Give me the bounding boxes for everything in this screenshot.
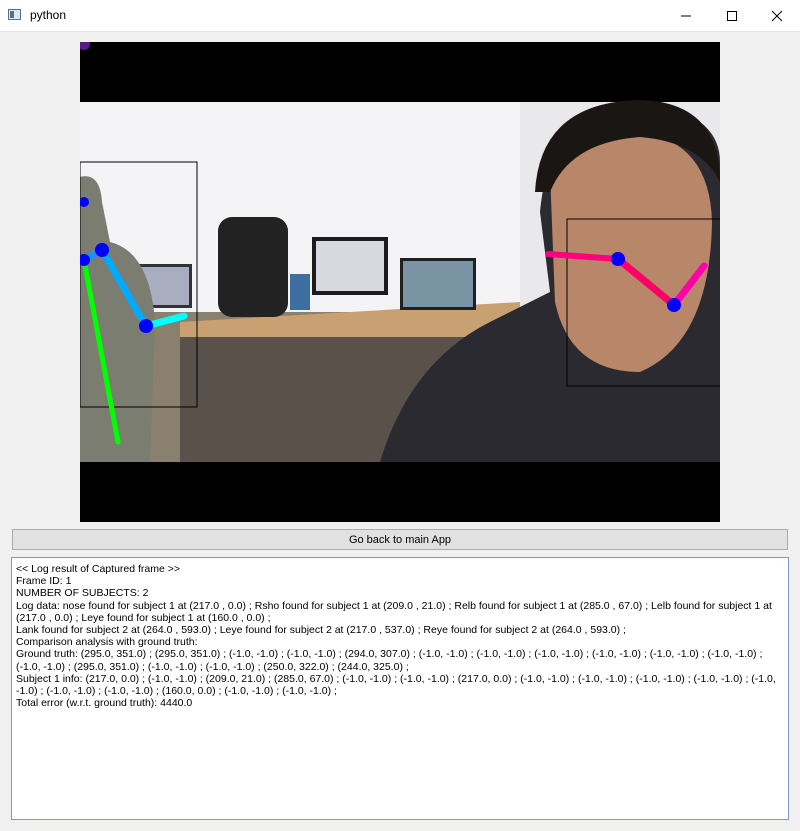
log-line: Ground truth: (295.0, 351.0) ; (295.0, 3… bbox=[16, 648, 763, 673]
camera-frame-view bbox=[80, 42, 720, 522]
maximize-button[interactable] bbox=[709, 0, 755, 31]
log-line: Total error (w.r.t. ground truth): 4440.… bbox=[16, 697, 193, 710]
log-line: Frame ID: 1 bbox=[16, 575, 72, 588]
minimize-button[interactable] bbox=[663, 0, 709, 31]
close-icon bbox=[771, 10, 783, 21]
close-button[interactable] bbox=[754, 0, 800, 31]
keypoint-elbow bbox=[139, 319, 153, 333]
log-line: NUMBER OF SUBJECTS: 2 bbox=[16, 587, 149, 600]
keypoint-shoulder bbox=[95, 243, 109, 257]
log-line: Lank found for subject 2 at (264.0 , 593… bbox=[16, 624, 626, 637]
log-line: Comparison analysis with ground truth: bbox=[16, 636, 198, 649]
go-back-button[interactable]: Go back to main App bbox=[12, 529, 788, 550]
window-title: python bbox=[30, 8, 67, 22]
water-bottle bbox=[290, 274, 310, 310]
maximize-icon bbox=[727, 10, 737, 21]
pose-overlay-canvas bbox=[80, 42, 720, 522]
log-line: Log data: nose found for subject 1 at (2… bbox=[16, 599, 772, 624]
minimize-icon bbox=[681, 15, 691, 16]
log-line: << Log result of Captured frame >> bbox=[16, 563, 181, 575]
window-app-icon bbox=[8, 9, 21, 20]
keypoint-nose bbox=[667, 298, 681, 312]
log-output[interactable]: << Log result of Captured frame >> Frame… bbox=[11, 557, 789, 820]
keypoint-eye bbox=[611, 252, 625, 266]
title-bar: python bbox=[0, 0, 800, 32]
log-line: Subject 1 info: (217.0, 0.0) ; (-1.0, -1… bbox=[16, 672, 776, 698]
backpack bbox=[218, 217, 288, 317]
